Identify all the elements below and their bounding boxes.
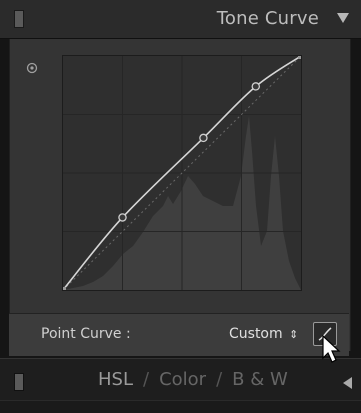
curve-control-point[interactable] [199, 133, 208, 143]
tab-bw[interactable]: B & W [232, 369, 288, 390]
panel-grip-icon[interactable] [14, 373, 24, 391]
curve-control-point[interactable] [298, 53, 304, 59]
point-curve-label: Point Curve : [41, 326, 131, 342]
panel-grip-icon[interactable] [14, 10, 24, 28]
mouse-cursor-icon [322, 334, 341, 363]
panel-header[interactable]: Tone Curve [0, 0, 361, 39]
tab-separator: / [143, 369, 150, 390]
curve-control-point[interactable] [118, 213, 127, 222]
tab-separator: / [216, 369, 223, 390]
target-adjust-icon[interactable] [26, 62, 38, 74]
collapse-triangle-icon[interactable] [337, 13, 349, 23]
point-curve-row: Point Curve : Custom ⇕ [9, 314, 349, 356]
point-curve-select[interactable]: Custom ⇕ [229, 326, 298, 342]
tone-curve-graph[interactable] [60, 53, 304, 293]
tab-hsl[interactable]: HSL [98, 369, 133, 390]
tab-color[interactable]: Color [159, 369, 206, 390]
panel-title: Tone Curve [216, 8, 319, 29]
panel-tabs: HSL / Color / B & W [98, 369, 288, 390]
expand-left-triangle-icon[interactable] [343, 377, 352, 389]
bottom-strip [0, 400, 361, 413]
curve-svg[interactable] [60, 53, 304, 293]
select-arrows-icon: ⇕ [289, 328, 299, 341]
curve-control-point[interactable] [251, 82, 261, 91]
curve-control-point[interactable] [60, 287, 66, 293]
point-curve-select-value: Custom [229, 326, 283, 342]
